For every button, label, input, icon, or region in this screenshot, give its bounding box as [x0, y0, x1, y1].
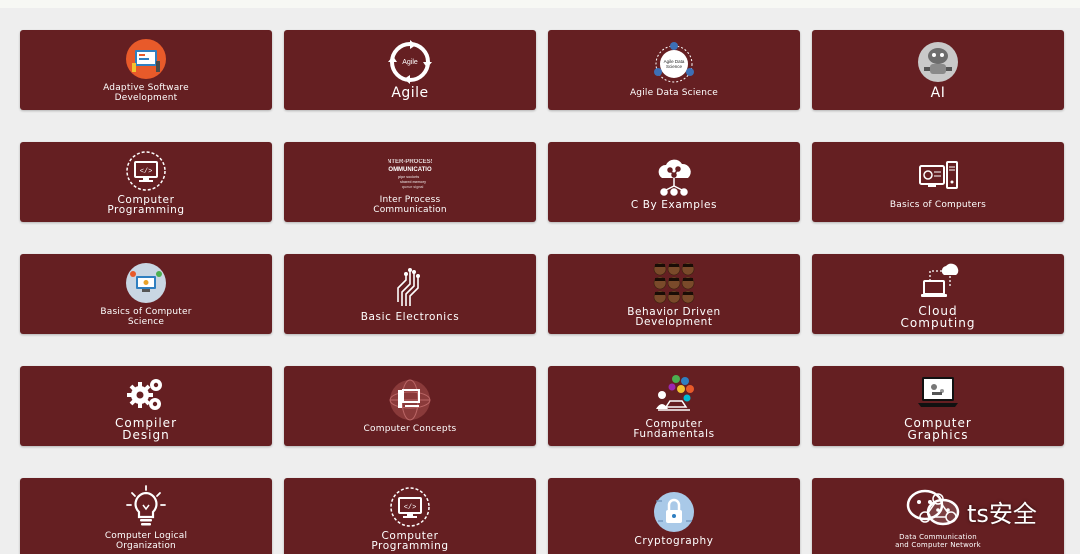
- course-card[interactable]: Computer Fundamentals: [548, 366, 800, 446]
- course-label: Agile: [391, 84, 429, 101]
- gears-icon: [124, 371, 168, 415]
- robot-icon: [916, 40, 960, 84]
- course-label: Data Communication and Computer Network: [895, 533, 981, 549]
- course-label: Computer Concepts: [363, 424, 457, 434]
- course-label: Basics of Computers: [889, 200, 987, 210]
- course-card[interactable]: Agile Data Science Agile Data Science: [548, 30, 800, 110]
- course-card[interactable]: AI: [812, 30, 1064, 110]
- course-card[interactable]: Computer Concepts: [284, 366, 536, 446]
- course-card[interactable]: Basic Electronics: [284, 254, 536, 334]
- cloud-computing-icon: [916, 259, 960, 303]
- monitor-code-icon: </>: [124, 149, 168, 193]
- course-card[interactable]: Adaptive Software Development: [20, 30, 272, 110]
- course-label: Basics of Computer Science: [100, 307, 192, 327]
- course-label: Cryptography: [634, 534, 714, 547]
- course-card[interactable]: Behavior Driven Development: [548, 254, 800, 334]
- course-card[interactable]: Basics of Computers: [812, 142, 1064, 222]
- svg-text:Agile: Agile: [402, 59, 418, 66]
- svg-text:pipe sockets: pipe sockets: [398, 175, 419, 179]
- computer-icon: [916, 154, 960, 198]
- agile-cycle-icon: Agile: [388, 39, 432, 84]
- lightbulb-icon: [124, 485, 168, 529]
- course-card[interactable]: Computer Logical Organization: [20, 478, 272, 554]
- course-card[interactable]: </> Computer Programming: [284, 478, 536, 554]
- watermark: ts安全: [905, 488, 1037, 534]
- course-label: Computer Fundamentals: [633, 417, 715, 440]
- circuit-icon: [388, 266, 432, 310]
- course-label: Computer Programming: [371, 529, 449, 552]
- wechat-icon: [905, 488, 963, 534]
- faces-icon: [652, 261, 696, 305]
- course-grid: Adaptive Software Development Agile Agile A…: [20, 30, 1064, 554]
- computer-science-icon: [124, 261, 168, 305]
- course-card[interactable]: Cloud Computing: [812, 254, 1064, 334]
- course-label: Adaptive Software Development: [103, 83, 189, 103]
- globe-computer-icon: [388, 378, 432, 422]
- svg-text:Science: Science: [666, 64, 683, 69]
- course-label: Computer Logical Organization: [104, 531, 188, 551]
- course-label: Inter Process Communication: [373, 195, 447, 215]
- course-card[interactable]: Basics of Computer Science: [20, 254, 272, 334]
- course-card[interactable]: Computer Graphics: [812, 366, 1064, 446]
- svg-text:queue signal: queue signal: [402, 185, 423, 189]
- course-label: AI: [930, 84, 946, 101]
- person-laptop-icon: [652, 373, 696, 417]
- agile-data-science-icon: Agile Data Science: [652, 42, 696, 86]
- course-card[interactable]: Compiler Design: [20, 366, 272, 446]
- course-label: Agile Data Science: [629, 88, 719, 98]
- course-label: Compiler Design: [114, 416, 177, 442]
- top-bar: [0, 0, 1080, 8]
- course-card[interactable]: Agile Agile: [284, 30, 536, 110]
- course-label: Computer Programming: [107, 193, 185, 216]
- course-label: Cloud Computing: [900, 304, 976, 330]
- watermark-text: ts安全: [967, 499, 1037, 528]
- svg-text:</>: </>: [140, 168, 153, 176]
- lock-icon: [652, 490, 696, 534]
- course-label: Basic Electronics: [360, 310, 460, 323]
- monitor-code-icon: </>: [388, 485, 432, 529]
- svg-text:COMMUNICATION: COMMUNICATION: [388, 167, 432, 173]
- svg-text:</>: </>: [404, 504, 417, 512]
- cloud-network-icon: [652, 154, 696, 198]
- course-card[interactable]: C By Examples: [548, 142, 800, 222]
- course-card[interactable]: INTER-PROCESS COMMUNICATION pipe socketssh…: [284, 142, 536, 222]
- svg-text:INTER-PROCESS: INTER-PROCESS: [388, 159, 432, 165]
- laptop-graphics-icon: [916, 371, 960, 415]
- word-cloud-icon: INTER-PROCESS COMMUNICATION pipe socketssh…: [388, 149, 432, 193]
- course-card[interactable]: </> Computer Programming: [20, 142, 272, 222]
- svg-text:shared memory: shared memory: [400, 180, 426, 184]
- tools-icon: [124, 37, 168, 81]
- course-label: Behavior Driven Development: [627, 305, 721, 328]
- course-label: C By Examples: [630, 198, 718, 211]
- course-card[interactable]: Cryptography: [548, 478, 800, 554]
- course-label: Computer Graphics: [904, 416, 972, 442]
